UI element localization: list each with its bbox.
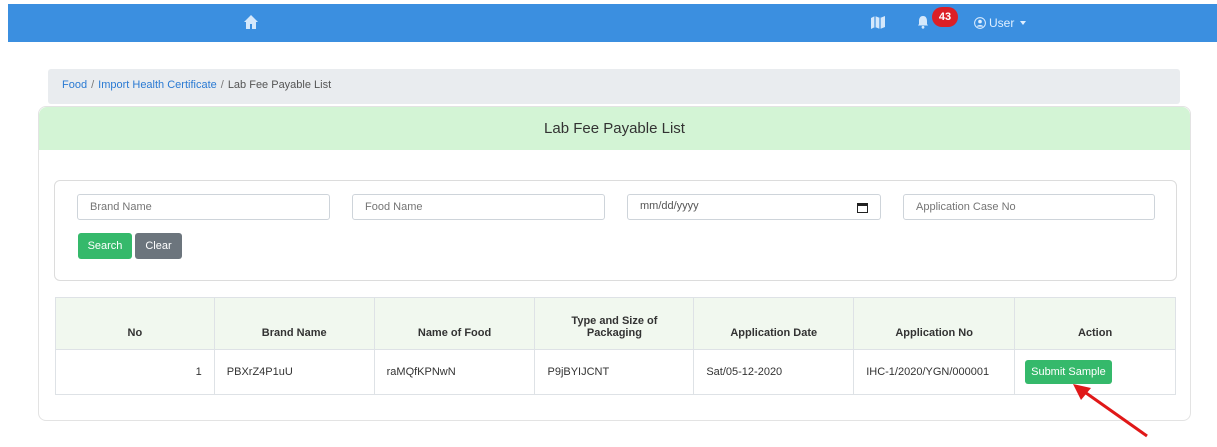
notification-badge[interactable]: 43 <box>932 7 958 27</box>
cell-name-of-food: raMQfKPNwN <box>373 349 536 395</box>
breadcrumb-food[interactable]: Food <box>62 79 87 91</box>
table-header-row: No Brand Name Name of Food Type and Size… <box>55 297 1176 350</box>
calendar-icon[interactable] <box>857 202 868 213</box>
cell-brand-name: PBXrZ4P1uU <box>213 349 375 395</box>
table-row: 1 PBXrZ4P1uU raMQfKPNwN P9jBYIJCNT Sat/0… <box>55 349 1176 395</box>
user-circle-icon <box>974 17 986 29</box>
cell-application-date: Sat/05-12-2020 <box>693 349 855 395</box>
col-header-brand-name: Brand Name <box>213 297 375 350</box>
food-name-input[interactable] <box>352 194 605 220</box>
breadcrumb-separator: / <box>220 79 224 91</box>
brand-name-input[interactable] <box>77 194 330 220</box>
application-case-no-input[interactable] <box>903 194 1155 220</box>
lab-fee-card: Lab Fee Payable List mm/dd/yyyy Search C… <box>38 106 1191 421</box>
home-icon[interactable] <box>243 14 259 30</box>
user-menu[interactable]: User <box>974 16 1027 30</box>
bell-icon[interactable] <box>917 15 929 29</box>
breadcrumb-separator: / <box>91 79 95 91</box>
search-button[interactable]: Search <box>78 233 132 259</box>
col-header-action: Action <box>1014 297 1176 350</box>
breadcrumb-import-health-certificate[interactable]: Import Health Certificate <box>98 79 217 91</box>
col-header-application-date: Application Date <box>693 297 855 350</box>
col-header-packaging: Type and Size of Packaging <box>534 297 695 350</box>
search-panel: mm/dd/yyyy Search Clear <box>54 180 1177 281</box>
breadcrumb: Food / Import Health Certificate / Lab Fee P… <box>48 69 1180 104</box>
breadcrumb-current: Lab Fee Payable List <box>227 79 332 91</box>
cell-no: 1 <box>55 349 215 395</box>
col-header-application-no: Application No <box>853 297 1016 350</box>
map-icon[interactable] <box>870 15 886 30</box>
page-title: Lab Fee Payable List <box>39 107 1190 150</box>
date-placeholder: mm/dd/yyyy <box>640 200 699 212</box>
application-date-input[interactable]: mm/dd/yyyy <box>627 194 881 220</box>
caret-down-icon <box>1020 21 1027 25</box>
col-header-no: No <box>55 297 215 350</box>
top-navbar: 43 User <box>8 4 1217 42</box>
col-header-name-of-food: Name of Food <box>373 297 536 350</box>
cell-application-no: IHC-1/2020/YGN/000001 <box>853 349 1016 395</box>
cell-packaging: P9jBYIJCNT <box>534 349 695 395</box>
lab-fee-table: No Brand Name Name of Food Type and Size… <box>55 297 1176 395</box>
annotation-arrow-icon <box>1073 384 1148 438</box>
clear-button[interactable]: Clear <box>135 233 182 259</box>
user-label: User <box>989 16 1015 30</box>
